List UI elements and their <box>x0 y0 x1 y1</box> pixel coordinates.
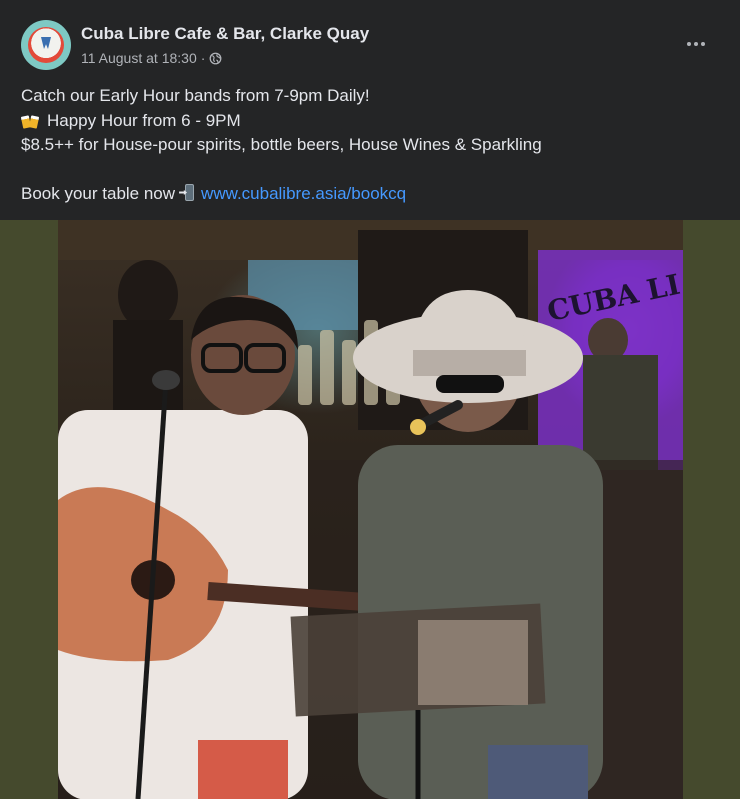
book-table-text: Book your table now <box>21 184 176 203</box>
post-text-blank-line <box>21 158 721 183</box>
beer-mugs-emoji <box>21 112 39 128</box>
tablet <box>418 620 528 705</box>
post-card: Cuba Libre Cafe & Bar, Clarke Quay 11 Au… <box>0 0 740 799</box>
post-meta: 11 August at 18:30 · <box>81 50 222 66</box>
globe-icon[interactable] <box>209 52 222 65</box>
happy-hour-text: Happy Hour from 6 - 9PM <box>47 110 241 130</box>
page-avatar[interactable] <box>21 20 71 70</box>
logo-icon <box>28 27 64 63</box>
more-options-icon[interactable] <box>680 30 712 58</box>
post-text-line-4: Book your table now www.cubalibre.asia/bo… <box>21 182 721 207</box>
post-header: Cuba Libre Cafe & Bar, Clarke Quay 11 Au… <box>0 0 740 80</box>
post-text: Catch our Early Hour bands from 7-9pm Da… <box>21 84 721 207</box>
microphone-icon <box>152 370 180 390</box>
post-text-line-3: $8.5++ for House-pour spirits, bottle be… <box>21 135 542 154</box>
background-person <box>118 260 178 330</box>
photo-illustration: CUBA LI <box>58 220 683 799</box>
post-timestamp[interactable]: 11 August at 18:30 <box>81 50 197 66</box>
booking-link[interactable]: www.cubalibre.asia/bookcq <box>201 184 406 203</box>
hat-band <box>413 350 526 376</box>
stool-right <box>488 745 588 799</box>
post-text-line-1: Catch our Early Hour bands from 7-9pm Da… <box>21 86 370 105</box>
sunglasses-icon <box>436 375 504 393</box>
stool-left <box>198 740 288 799</box>
post-photo[interactable]: CUBA LI <box>58 220 683 799</box>
post-text-line-2: Happy Hour from 6 - 9PM <box>21 109 721 134</box>
bartender-body <box>583 355 658 475</box>
page-name-link[interactable]: Cuba Libre Cafe & Bar, Clarke Quay <box>81 24 369 44</box>
phone-arrow-emoji <box>179 184 195 202</box>
meta-separator: · <box>200 50 206 66</box>
